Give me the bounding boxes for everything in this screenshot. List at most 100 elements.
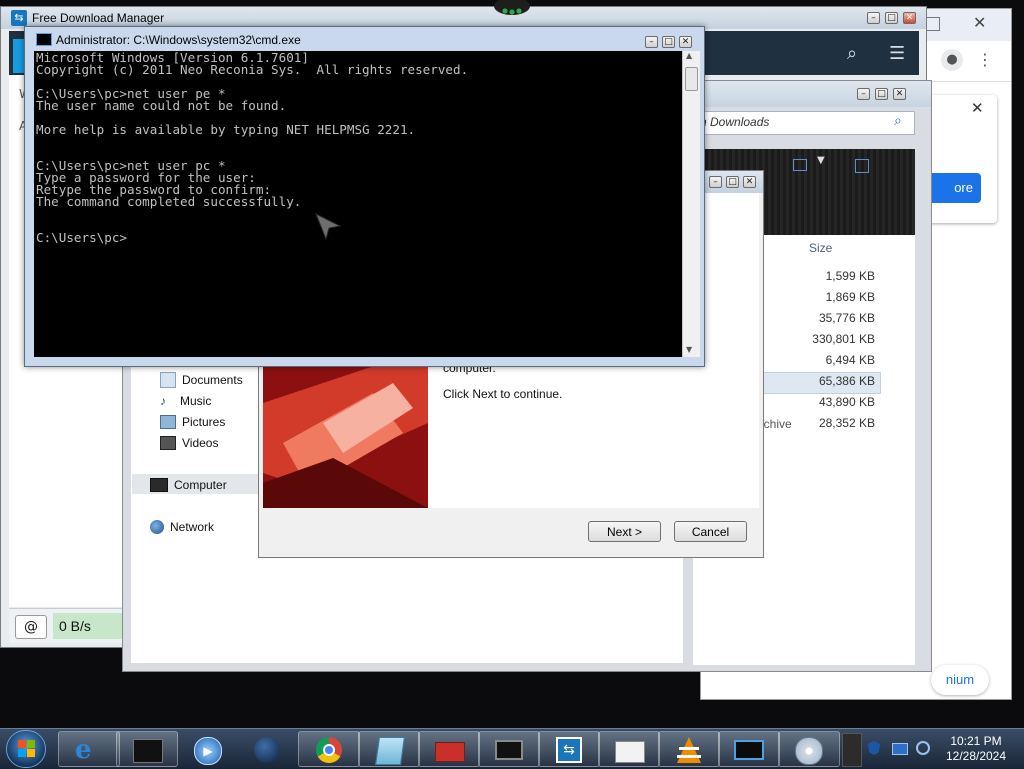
nav-label: Documents — [182, 373, 243, 387]
minimize-button[interactable]: – — [645, 36, 658, 48]
computer-icon — [150, 478, 168, 492]
maximize-button[interactable]: □ — [885, 12, 898, 24]
terminal-icon — [133, 739, 163, 763]
file-size: 35,776 KB — [818, 311, 875, 325]
explorer-search-box[interactable]: ch Downloads ⌕ — [693, 111, 915, 135]
cmd-title: Administrator: C:\Windows\system32\cmd.e… — [56, 33, 301, 47]
taskbar-monitor[interactable] — [478, 731, 540, 767]
taskbar-disc[interactable] — [778, 731, 840, 767]
taskbar-terminal[interactable] — [116, 731, 178, 767]
vlc-icon — [677, 737, 701, 763]
file-size: 65,386 KB — [818, 374, 875, 388]
chrome-icon — [316, 737, 342, 763]
nav-pictures[interactable]: Pictures — [160, 413, 225, 431]
snail-mode-icon[interactable]: @ — [15, 615, 47, 639]
taskbar-free-download-manager[interactable]: ⇆ — [538, 731, 600, 767]
cmd-console[interactable]: Microsoft Windows [Version 6.1.7601] Cop… — [34, 51, 700, 357]
file-size: 1,599 KB — [825, 269, 875, 283]
pictures-icon — [160, 415, 176, 429]
maximize-button[interactable]: □ — [662, 36, 675, 48]
cmd-app-icon — [36, 33, 52, 46]
taskbar: e ▶ ⇆ 10:21 PM 12/28/2024 — [0, 728, 1024, 769]
fdm-app-icon: ⇆ — [11, 10, 27, 26]
maximize-icon[interactable] — [926, 17, 940, 31]
network-tray-icon[interactable] — [892, 743, 908, 755]
clock-date: 12/28/2024 — [945, 749, 1007, 763]
view-icon[interactable] — [793, 159, 807, 171]
taskbar-vlc[interactable] — [658, 731, 720, 767]
nav-music[interactable]: ♪ Music — [160, 392, 211, 410]
nav-label: Videos — [182, 436, 219, 450]
profile-icon[interactable]: ● — [941, 49, 963, 71]
shield-icon[interactable] — [868, 741, 880, 755]
close-button[interactable]: ✕ — [679, 36, 692, 48]
file-size: 43,890 KB — [818, 395, 875, 409]
minimize-button[interactable]: – — [867, 12, 880, 24]
search-icon[interactable]: ⌕ — [894, 113, 902, 129]
preview-icon[interactable] — [855, 159, 869, 173]
maximize-button[interactable]: □ — [875, 88, 888, 100]
clock[interactable]: 10:21 PM 12/28/2024 — [936, 734, 1016, 764]
nav-videos[interactable]: Videos — [160, 434, 218, 452]
fdm-statusbar: @ 0 B/s — [9, 608, 125, 643]
nav-label: Music — [180, 394, 212, 408]
close-icon[interactable]: ✕ — [973, 13, 986, 32]
cancel-button[interactable]: Cancel — [674, 521, 747, 542]
cmd-window: Administrator: C:\Windows\system32\cmd.e… — [24, 26, 705, 367]
taskbar-internet-explorer[interactable]: e — [58, 731, 120, 767]
more-button[interactable]: ore — [929, 173, 981, 203]
installer-continue-text: Click Next to continue. — [443, 387, 563, 401]
nav-documents[interactable]: Documents — [160, 371, 243, 389]
scroll-down-arrow[interactable]: ▼ — [686, 345, 692, 354]
close-button[interactable]: ✕ — [743, 176, 756, 188]
toolbox-icon — [435, 742, 465, 762]
search-placeholder: ch Downloads — [694, 115, 770, 129]
start-button[interactable] — [6, 730, 46, 768]
folder-download-icon — [615, 741, 645, 763]
kebab-menu-icon[interactable]: ⋮ — [977, 50, 993, 69]
monitor-icon — [495, 740, 523, 760]
popup-card: ✕ ore — [929, 95, 997, 223]
search-icon[interactable]: ⌕ — [847, 43, 857, 64]
internet-explorer-icon: e — [75, 735, 92, 765]
taskbar-notepad[interactable] — [358, 731, 420, 767]
media-player-icon: ▶ — [194, 737, 222, 765]
taskbar-globe[interactable] — [236, 731, 298, 767]
taskbar-toolbox[interactable] — [418, 731, 480, 767]
maximize-button[interactable]: □ — [726, 176, 739, 188]
chevron-down-icon[interactable]: ▼ — [817, 155, 825, 166]
fdm-taskbar-icon: ⇆ — [556, 737, 582, 763]
popup-close-icon[interactable]: ✕ — [971, 99, 984, 117]
close-button[interactable]: ✕ — [893, 88, 906, 100]
hamburger-menu-icon[interactable]: ☰ — [889, 43, 905, 64]
cmd-titlebar[interactable]: Administrator: C:\Windows\system32\cmd.e… — [25, 27, 704, 51]
globe-icon — [254, 737, 280, 763]
clock-time: 10:21 PM — [950, 734, 1002, 748]
cmd-output: Microsoft Windows [Version 6.1.7601] Cop… — [36, 51, 469, 245]
nav-label: Network — [170, 520, 215, 534]
taskbar-chrome[interactable] — [298, 731, 360, 767]
videos-icon — [160, 436, 176, 450]
size-column-header[interactable]: Size — [809, 241, 832, 255]
taskbar-display[interactable] — [718, 731, 780, 767]
scroll-thumb[interactable] — [685, 67, 698, 91]
close-button[interactable]: ✕ — [903, 12, 916, 24]
notepad-icon — [375, 737, 405, 765]
minimize-button[interactable]: – — [857, 88, 870, 100]
download-speed: 0 B/s — [53, 613, 125, 639]
cmd-scrollbar[interactable]: ▲ ▼ — [682, 51, 700, 357]
nav-computer[interactable]: Computer — [150, 476, 227, 494]
show-hidden-icons[interactable] — [842, 733, 862, 767]
taskbar-folder-download[interactable] — [598, 731, 660, 767]
installer-banner-graphic — [263, 363, 428, 508]
taskbar-media-player[interactable]: ▶ — [176, 731, 238, 767]
premium-pill[interactable]: nium — [931, 665, 989, 695]
scroll-up-arrow[interactable]: ▲ — [686, 51, 692, 60]
minimize-button[interactable]: – — [709, 176, 722, 188]
top-handle — [494, 0, 530, 15]
nav-network[interactable]: Network — [150, 518, 214, 536]
fdm-title: Free Download Manager — [32, 11, 165, 25]
nav-label: Computer — [174, 478, 227, 492]
next-button[interactable]: Next > — [588, 521, 661, 542]
volume-icon[interactable] — [916, 741, 930, 755]
